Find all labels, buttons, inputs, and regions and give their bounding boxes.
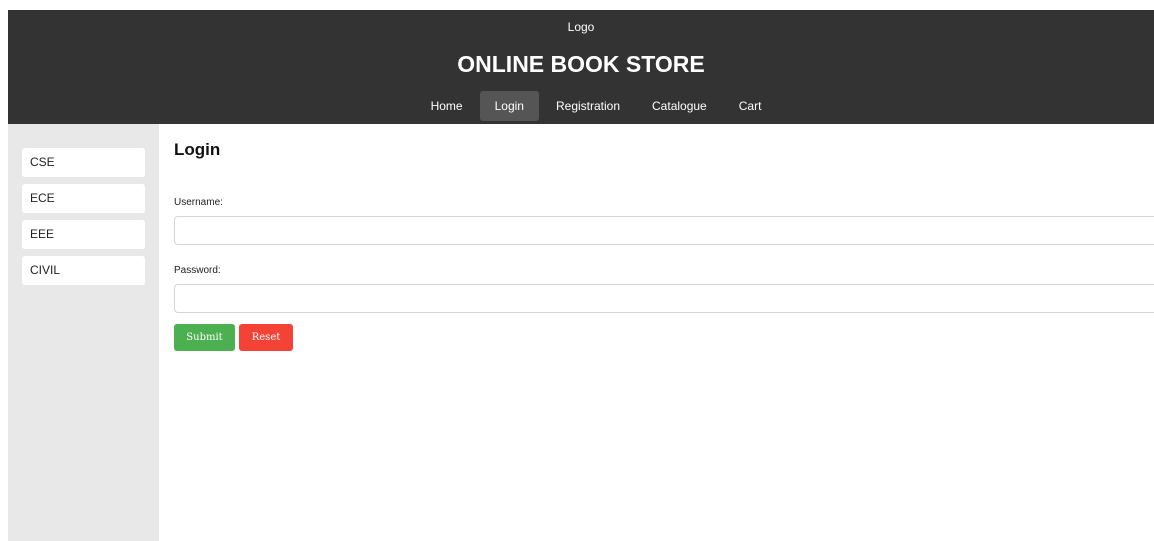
password-label: Password:	[174, 265, 221, 276]
login-form: Login Username: Password: Submit Reset	[174, 124, 1154, 541]
nav-item-cart[interactable]: Cart	[724, 91, 777, 121]
nav-item-registration[interactable]: Registration	[541, 91, 635, 121]
site-title: ONLINE BOOK STORE	[457, 51, 705, 77]
reset-button[interactable]: Reset	[239, 324, 293, 351]
sidebar: CSE ECE EEE CIVIL	[8, 124, 159, 541]
sidebar-item-eee[interactable]: EEE	[22, 220, 145, 249]
nav-item-login[interactable]: Login	[479, 91, 539, 121]
nav-item-home[interactable]: Home	[416, 91, 478, 121]
site-header: Logo ONLINE BOOK STORE Home Login Regist…	[8, 10, 1154, 124]
username-input[interactable]	[174, 216, 1154, 245]
logo: Logo	[567, 20, 595, 34]
page: Logo ONLINE BOOK STORE Home Login Regist…	[0, 0, 1154, 541]
page-title: Login	[174, 140, 221, 159]
nav-item-catalogue[interactable]: Catalogue	[637, 91, 722, 121]
password-input[interactable]	[174, 284, 1154, 313]
main-nav: Home Login Registration Catalogue Cart	[8, 91, 1154, 121]
submit-button[interactable]: Submit	[174, 324, 235, 351]
sidebar-item-cse[interactable]: CSE	[22, 148, 145, 177]
username-label: Username:	[174, 197, 223, 208]
sidebar-item-civil[interactable]: CIVIL	[22, 256, 145, 285]
sidebar-item-ece[interactable]: ECE	[22, 184, 145, 213]
